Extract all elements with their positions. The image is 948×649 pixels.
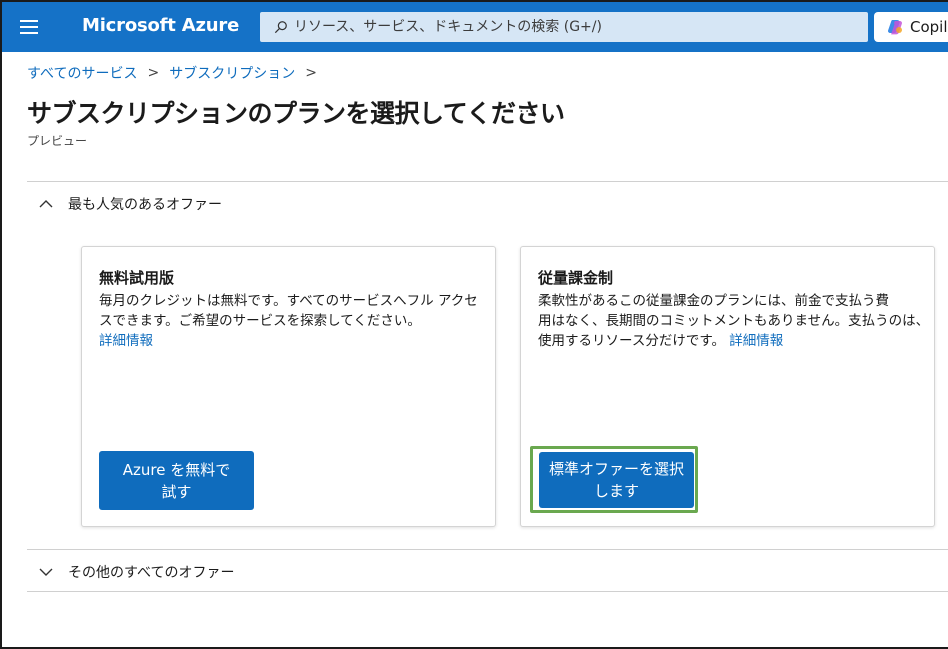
breadcrumb-subscriptions[interactable]: サブスクリプション bbox=[169, 63, 295, 83]
divider bbox=[27, 591, 948, 592]
chevron-right-icon: > bbox=[305, 65, 317, 81]
offer-card-free-trial: 無料試用版 毎月のクレジットは無料です。すべてのサービスへフル アクセ スできま… bbox=[81, 246, 496, 527]
breadcrumb-all-services[interactable]: すべてのサービス bbox=[27, 63, 137, 83]
button-label-line: 標準オファーを選択 bbox=[549, 460, 685, 478]
offer-desc-line: 使用するリソース分だけです。 bbox=[538, 333, 725, 349]
learn-more-link[interactable]: 詳細情報 bbox=[99, 333, 153, 349]
select-standard-offer-button[interactable]: 標準オファーを選択 します bbox=[539, 452, 694, 508]
offer-desc-line: 柔軟性があるこの従量課金のプランには、前金で支払う費 bbox=[538, 293, 889, 309]
chevron-down-icon bbox=[39, 568, 53, 576]
section-header-other-offers[interactable]: その他のすべてのオファー bbox=[38, 562, 234, 582]
menu-icon[interactable] bbox=[18, 17, 40, 37]
divider bbox=[27, 549, 948, 550]
section-header-popular-offers[interactable]: 最も人気のあるオファー bbox=[38, 194, 222, 214]
chevron-up-icon bbox=[39, 200, 53, 208]
section-label: 最も人気のあるオファー bbox=[68, 197, 222, 213]
copilot-icon bbox=[888, 20, 902, 35]
offer-description: 柔軟性があるこの従量課金のプランには、前金で支払う費 用はなく、長期間のコミット… bbox=[538, 291, 929, 351]
button-label-line: 試す bbox=[161, 482, 192, 501]
copilot-button[interactable]: Copil bbox=[874, 12, 948, 42]
try-azure-free-button[interactable]: Azure を無料で 試す bbox=[99, 451, 254, 510]
learn-more-link[interactable]: 詳細情報 bbox=[729, 333, 783, 349]
button-label-line: Azure を無料で bbox=[122, 460, 231, 479]
breadcrumb: すべてのサービス > サブスクリプション > bbox=[27, 63, 327, 83]
global-search[interactable] bbox=[260, 12, 868, 42]
offer-title: 従量課金制 bbox=[538, 269, 614, 287]
top-bar: Microsoft Azure Copil bbox=[2, 2, 948, 52]
offer-title: 無料試用版 bbox=[99, 269, 175, 287]
page-subtitle: プレビュー bbox=[27, 134, 88, 148]
brand-title[interactable]: Microsoft Azure bbox=[82, 15, 239, 36]
divider bbox=[27, 181, 948, 182]
page-title: サブスクリプションのプランを選択してください bbox=[27, 99, 565, 128]
copilot-label: Copil bbox=[910, 18, 948, 36]
chevron-right-icon: > bbox=[147, 65, 160, 81]
search-input[interactable] bbox=[294, 19, 854, 35]
offer-desc-line: 毎月のクレジットは無料です。すべてのサービスへフル アクセ bbox=[99, 293, 478, 309]
offer-desc-line: 用はなく、長期間のコミットメントもありません。支払うのは、 bbox=[538, 313, 930, 329]
offer-card-pay-as-you-go: 従量課金制 柔軟性があるこの従量課金のプランには、前金で支払う費 用はなく、長期… bbox=[520, 246, 935, 527]
offer-description: 毎月のクレジットは無料です。すべてのサービスへフル アクセ スできます。ご希望の… bbox=[99, 291, 478, 351]
section-label: その他のすべてのオファー bbox=[68, 565, 235, 581]
search-icon bbox=[274, 21, 287, 34]
button-label-line: します bbox=[593, 482, 639, 500]
more-options-button[interactable]: ... bbox=[519, 98, 536, 116]
portal-window: Microsoft Azure Copil すべてのサービス > サブスクリプシ… bbox=[0, 0, 948, 649]
offer-desc-line: スできます。ご希望のサービスを探索してください。 bbox=[99, 313, 421, 329]
